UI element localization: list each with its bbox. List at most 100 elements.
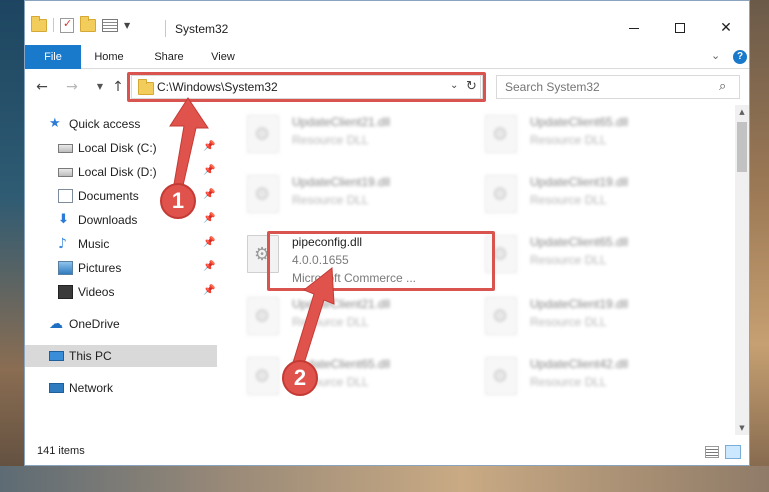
nav-item-videos[interactable]: Videos 📌: [25, 281, 217, 303]
quick-access-toolbar: ▼: [31, 15, 130, 35]
tab-file[interactable]: File: [25, 45, 81, 69]
desktop-wallpaper-left: [0, 0, 24, 492]
address-path[interactable]: C:\Windows\System32: [157, 80, 278, 94]
file-name: UpdateClient21.dll: [292, 115, 391, 129]
scrollbar-thumb[interactable]: [737, 122, 747, 172]
file-item[interactable]: UpdateClient42.dll Resource DLL: [455, 351, 685, 407]
ribbon-tabs: File Home Share View ⌄ ?: [25, 45, 749, 69]
step-2-badge: 2: [282, 360, 318, 396]
maximize-icon: [675, 23, 685, 33]
expand-ribbon-chevron-icon[interactable]: ⌄: [711, 49, 720, 62]
title-bar: ▼ System32 ✕: [25, 1, 749, 43]
recent-locations-chevron-icon[interactable]: ▼: [91, 78, 109, 96]
dll-file-icon: [247, 297, 279, 335]
refresh-button[interactable]: ↻: [461, 75, 483, 99]
pin-icon: 📌: [203, 141, 216, 152]
file-item[interactable]: UpdateClient19.dll Resource DLL: [455, 169, 685, 225]
help-icon[interactable]: ?: [733, 50, 747, 64]
dll-file-icon: [485, 175, 517, 213]
file-item-pipeconfig[interactable]: pipeconfig.dll 4.0.0.1655 Microsoft Comm…: [217, 229, 447, 285]
pin-icon: 📌: [203, 261, 216, 272]
file-name: UpdateClient19.dll: [530, 175, 629, 189]
nav-item-label: Local Disk (C:): [78, 141, 157, 155]
scroll-down-arrow-icon[interactable]: ▼: [735, 421, 749, 435]
tiles-view-icon[interactable]: [725, 445, 741, 459]
documents-icon: [58, 189, 73, 203]
file-description: Resource DLL: [292, 133, 369, 147]
nav-item-quick-access[interactable]: ★ Quick access: [25, 113, 217, 135]
back-arrow-icon[interactable]: ←: [33, 78, 51, 96]
file-item[interactable]: UpdateClient19.dll Resource DLL: [455, 291, 685, 347]
nav-item-label: Documents: [78, 189, 139, 203]
desktop-wallpaper-right: [750, 0, 769, 492]
nav-item-onedrive[interactable]: ☁ OneDrive: [25, 313, 217, 335]
search-box[interactable]: ⌕: [496, 75, 740, 99]
music-icon: ♪: [58, 236, 67, 252]
network-icon: [49, 383, 64, 393]
view-options-icon[interactable]: [102, 18, 118, 32]
nav-item-pictures[interactable]: Pictures 📌: [25, 257, 217, 279]
tab-view[interactable]: View: [203, 45, 243, 69]
download-icon: ⬇: [58, 212, 69, 227]
close-button[interactable]: ✕: [703, 13, 749, 43]
vertical-scrollbar[interactable]: ▲ ▼: [735, 105, 749, 435]
nav-item-label: Videos: [78, 285, 115, 299]
tab-home[interactable]: Home: [87, 45, 131, 69]
details-view-icon[interactable]: [705, 446, 719, 458]
dll-file-icon: [485, 357, 517, 395]
nav-item-label: Music: [78, 237, 110, 251]
dll-file-icon: [247, 115, 279, 153]
scroll-up-arrow-icon[interactable]: ▲: [735, 105, 749, 119]
address-dropdown-chevron-icon[interactable]: ⌄: [450, 80, 458, 91]
new-folder-icon[interactable]: [80, 15, 96, 32]
maximize-button[interactable]: [657, 13, 703, 43]
nav-item-music[interactable]: ♪ Music 📌: [25, 233, 217, 255]
nav-item-network[interactable]: Network: [25, 377, 217, 399]
file-name: UpdateClient19.dll: [530, 297, 629, 311]
file-item[interactable]: UpdateClient65.dll Resource DLL: [217, 351, 447, 407]
nav-item-local-disk-c[interactable]: Local Disk (C:) 📌: [25, 137, 217, 159]
address-bar[interactable]: C:\Windows\System32 ⌄: [131, 75, 481, 99]
drive-icon: [58, 144, 73, 153]
dll-file-icon: [247, 357, 279, 395]
nav-item-label: Local Disk (D:): [78, 165, 157, 179]
file-item[interactable]: UpdateClient21.dll Resource DLL: [217, 291, 447, 347]
file-name: UpdateClient19.dll: [292, 175, 391, 189]
properties-icon[interactable]: [60, 17, 74, 33]
dll-file-icon: [485, 115, 517, 153]
file-name: UpdateClient21.dll: [292, 297, 391, 311]
customize-toolbar-chevron-icon[interactable]: ▼: [124, 21, 130, 30]
address-row: ← → ▼ ↑ C:\Windows\System32 ⌄ ↻ ⌕: [25, 69, 749, 105]
file-item[interactable]: UpdateClient65.dll Resource DLL: [455, 109, 685, 165]
nav-item-label: This PC: [69, 349, 112, 363]
file-description: Resource DLL: [530, 253, 607, 267]
nav-item-this-pc[interactable]: This PC: [25, 345, 217, 367]
file-description: Resource DLL: [530, 133, 607, 147]
file-name: UpdateClient42.dll: [530, 357, 629, 371]
file-company: Microsoft Commerce ...: [292, 271, 417, 285]
nav-item-local-disk-d[interactable]: Local Disk (D:) 📌: [25, 161, 217, 183]
folder-icon: [138, 79, 154, 95]
minimize-button[interactable]: [611, 13, 657, 43]
up-arrow-icon[interactable]: ↑: [109, 78, 127, 96]
desktop-wallpaper-bottom: [0, 466, 769, 492]
dll-file-icon: [247, 175, 279, 213]
search-input[interactable]: [505, 80, 705, 94]
file-description: Resource DLL: [292, 315, 369, 329]
file-item[interactable]: UpdateClient21.dll Resource DLL: [217, 109, 447, 165]
title-separator: [165, 20, 166, 37]
toolbar-separator: [53, 18, 54, 32]
nav-item-label: OneDrive: [69, 317, 120, 331]
search-icon[interactable]: ⌕: [719, 79, 726, 94]
pin-icon: 📌: [203, 285, 216, 296]
file-item[interactable]: UpdateClient65.dll Resource DLL: [455, 229, 685, 285]
file-name: UpdateClient65.dll: [530, 115, 629, 129]
pin-icon: 📌: [203, 213, 216, 224]
drive-icon: [58, 168, 73, 177]
computer-icon: [49, 351, 64, 361]
tab-share[interactable]: Share: [147, 45, 191, 69]
file-item[interactable]: UpdateClient19.dll Resource DLL: [217, 169, 447, 225]
forward-arrow-icon[interactable]: →: [63, 78, 81, 96]
dll-file-icon: [485, 297, 517, 335]
nav-item-label: Network: [69, 381, 114, 395]
